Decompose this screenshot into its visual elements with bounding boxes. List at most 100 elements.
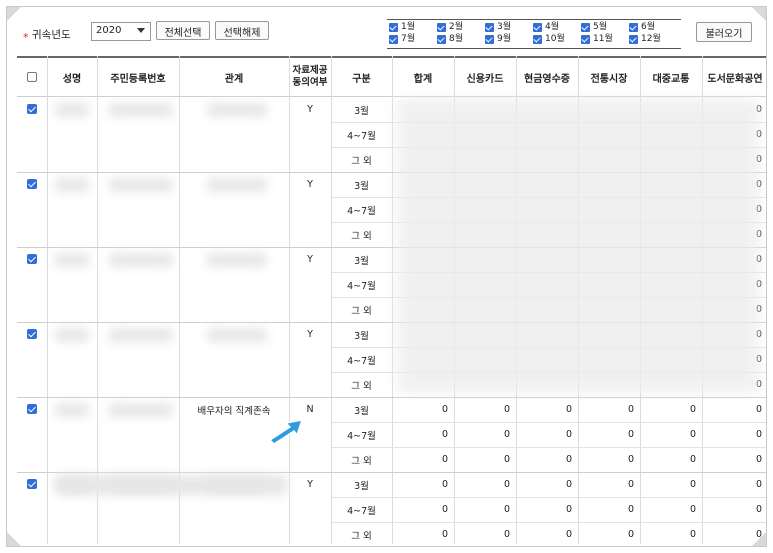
amount-cell: 0 — [503, 504, 510, 515]
month-checkbox[interactable] — [389, 23, 398, 32]
deduction-table: 성명 주민등록번호 관계 자료제공 동의여부 구분 합계 신용카드 현금영수증 … — [17, 56, 766, 544]
month-checkbox[interactable] — [485, 23, 494, 32]
month-label: 12월 — [641, 34, 661, 44]
redacted-text — [109, 253, 173, 267]
month-option[interactable]: 7월 — [389, 34, 415, 45]
amount-cell: 0 — [503, 529, 510, 540]
period-cell: 3월 — [354, 255, 369, 267]
pointer-arrow-icon — [268, 419, 304, 445]
amount-cell: 0 — [689, 454, 696, 465]
select-all-checkbox[interactable] — [27, 72, 37, 82]
row-checkbox[interactable] — [27, 329, 37, 339]
month-option[interactable]: 8월 — [437, 34, 463, 45]
period-cell: 4~7월 — [347, 205, 376, 217]
period-cell: 3월 — [354, 330, 369, 342]
amount-cell: 0 — [627, 429, 634, 440]
period-cell: 3월 — [354, 180, 369, 192]
main-frame: * 귀속년도 2020 전체선택 선택해제 1월 2월 3월 4월 5월 6월 7월 8월 9월… — [6, 6, 767, 547]
period-cell: 3월 — [354, 405, 369, 417]
header-checkbox-cell — [17, 58, 47, 96]
amount-cell: 0 — [503, 429, 510, 440]
amount-cell: 0 — [565, 429, 572, 440]
month-checkbox[interactable] — [581, 35, 590, 44]
deselect-all-button[interactable]: 선택해제 — [215, 21, 269, 40]
month-option[interactable]: 3월 — [485, 22, 511, 33]
amount-cell: 0 — [441, 454, 448, 465]
column-divider — [97, 56, 98, 544]
column-divider — [47, 56, 48, 544]
header-consent-line2: 동의여부 — [292, 77, 328, 88]
month-checkbox[interactable] — [533, 35, 542, 44]
month-option[interactable]: 12월 — [629, 34, 661, 45]
redacted-text — [55, 178, 89, 192]
month-checkbox[interactable] — [629, 35, 638, 44]
month-checkbox[interactable] — [437, 23, 446, 32]
month-option[interactable]: 6월 — [629, 22, 655, 33]
month-option[interactable]: 5월 — [581, 22, 607, 33]
amount-cell: 0 — [441, 404, 448, 415]
redacted-text — [55, 328, 89, 342]
row-checkbox[interactable] — [27, 179, 37, 189]
redacted-text — [207, 328, 267, 342]
load-button[interactable]: 불러오기 — [696, 22, 752, 42]
column-divider — [179, 56, 180, 544]
redacted-text — [109, 103, 173, 117]
month-option[interactable]: 2월 — [437, 22, 463, 33]
month-option[interactable]: 9월 — [485, 34, 511, 45]
amount-cell: 0 — [689, 404, 696, 415]
month-checkbox[interactable] — [437, 35, 446, 44]
period-cell: 그 외 — [351, 380, 372, 392]
row-checkbox[interactable] — [27, 254, 37, 264]
month-label: 9월 — [497, 34, 512, 44]
redacted-text — [55, 403, 89, 417]
month-label: 5월 — [593, 22, 608, 32]
month-label: 4월 — [545, 22, 560, 32]
redacted-text — [207, 253, 267, 267]
select-all-button[interactable]: 전체선택 — [156, 21, 210, 40]
month-label: 10월 — [545, 34, 565, 44]
period-cell: 4~7월 — [347, 430, 376, 442]
amount-cell: 0 — [565, 454, 572, 465]
consent-cell: Y — [307, 104, 313, 115]
amount-cell: 0 — [689, 529, 696, 540]
column-divider — [289, 56, 290, 544]
redacted-text — [109, 178, 173, 192]
header-consent: 자료제공 동의여부 — [289, 58, 331, 96]
month-checkbox[interactable] — [581, 23, 590, 32]
header-culture: 도서문화공연 — [707, 73, 763, 85]
redacted-text — [109, 328, 173, 342]
row-checkbox[interactable] — [27, 104, 37, 114]
month-label: 6월 — [641, 22, 656, 32]
header-credit-card: 신용카드 — [466, 73, 504, 85]
chevron-down-icon — [137, 28, 145, 33]
redacted-text — [109, 403, 173, 417]
row-checkbox[interactable] — [27, 479, 37, 489]
year-select[interactable]: 2020 — [91, 22, 151, 41]
amount-cell: 0 — [689, 429, 696, 440]
month-checkbox[interactable] — [629, 23, 638, 32]
redacted-text — [207, 178, 267, 192]
amount-cell: 0 — [689, 504, 696, 515]
amount-cell: 0 — [755, 479, 762, 490]
required-mark: * — [23, 31, 29, 44]
amount-cell: 0 — [627, 404, 634, 415]
month-checkbox[interactable] — [389, 35, 398, 44]
row-checkbox[interactable] — [27, 404, 37, 414]
header-name: 성명 — [62, 73, 82, 85]
amount-cell: 0 — [689, 479, 696, 490]
month-checkbox[interactable] — [485, 35, 494, 44]
amount-cell: 0 — [565, 529, 572, 540]
amount-cell: 0 — [755, 504, 762, 515]
redacted-text — [57, 475, 287, 495]
amount-cell: 0 — [441, 504, 448, 515]
month-checkbox-group: 1월 2월 3월 4월 5월 6월 7월 8월 9월 10월 11월 12월 — [387, 19, 681, 49]
month-option[interactable]: 4월 — [533, 22, 559, 33]
month-option[interactable]: 10월 — [533, 34, 565, 45]
month-option[interactable]: 1월 — [389, 22, 415, 33]
month-option[interactable]: 11월 — [581, 34, 613, 45]
amount-cell: 0 — [755, 454, 762, 465]
amount-cell: 0 — [441, 529, 448, 540]
amount-cell: 0 — [627, 504, 634, 515]
year-label: 귀속년도 — [32, 29, 71, 41]
month-checkbox[interactable] — [533, 23, 542, 32]
